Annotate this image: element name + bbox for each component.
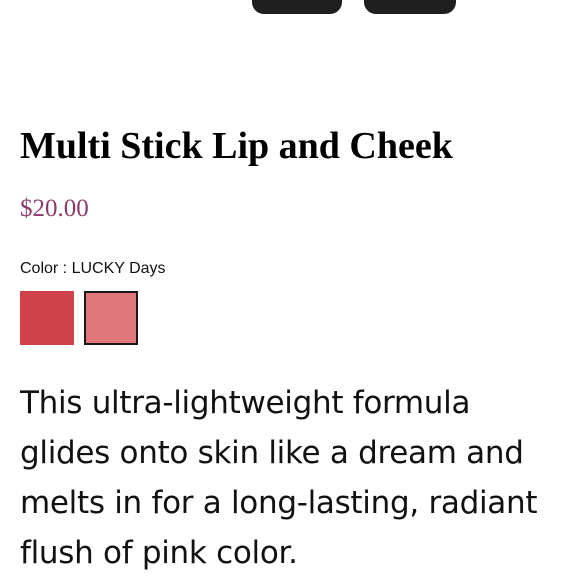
color-label: Color : LUCKY Days bbox=[20, 260, 166, 277]
product-image bbox=[250, 0, 460, 18]
stick-cap-right bbox=[364, 0, 456, 14]
color-swatch-red[interactable] bbox=[20, 291, 74, 345]
product-title: Multi Stick Lip and Cheek bbox=[20, 125, 453, 167]
product-price: $20.00 bbox=[20, 195, 89, 222]
color-swatch-pink-selected[interactable] bbox=[84, 291, 138, 345]
product-description: This ultra-lightweight formula glides on… bbox=[20, 385, 538, 571]
stick-cap-left bbox=[252, 0, 342, 14]
product-page: Multi Stick Lip and Cheek $20.00 Color :… bbox=[0, 0, 580, 580]
